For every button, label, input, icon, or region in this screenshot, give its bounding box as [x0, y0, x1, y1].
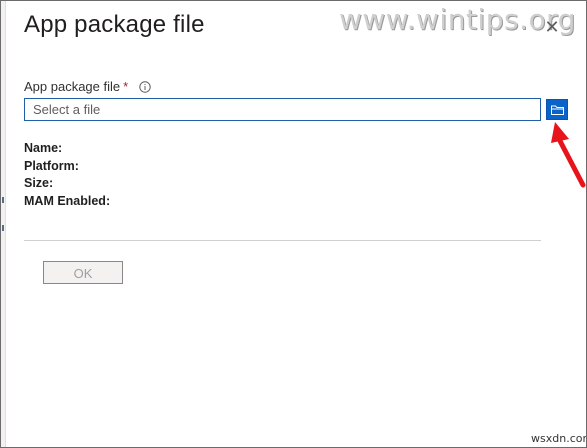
background-mark [2, 197, 4, 203]
ok-button[interactable]: OK [43, 261, 123, 284]
background-page-edge [1, 1, 6, 447]
folder-icon [551, 105, 564, 115]
footer-divider [24, 240, 541, 241]
close-icon[interactable]: ✕ [542, 17, 562, 37]
annotation-arrow [551, 122, 586, 188]
size-label: Size: [24, 176, 54, 190]
mam-enabled-label: MAM Enabled: [24, 193, 111, 208]
watermark: www.wintips.org [339, 3, 576, 36]
platform-label: Platform: [24, 158, 79, 173]
background-mark [2, 225, 4, 231]
browse-file-button[interactable] [546, 99, 568, 120]
field-label-text: App package file [24, 79, 121, 94]
package-details: Name: Platform: Size: MAM Enabled: [24, 140, 110, 210]
info-icon[interactable] [139, 81, 151, 93]
required-asterisk: * [123, 79, 129, 94]
dialog-panel: App package file www.wintips.org ✕ App p… [0, 0, 587, 448]
select-file-input[interactable] [24, 98, 541, 121]
attribution-text: wsxdn.com [531, 432, 587, 445]
dialog-title: App package file [24, 11, 205, 38]
app-package-file-label: App package file * [24, 79, 128, 94]
name-label: Name: [24, 141, 63, 155]
